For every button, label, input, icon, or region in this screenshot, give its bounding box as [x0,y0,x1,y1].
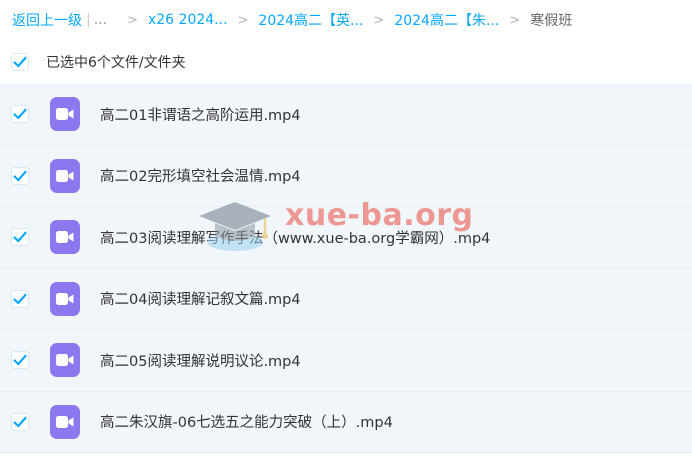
back-link[interactable]: 返回上一级 [12,10,82,30]
video-file-icon [50,281,80,316]
check-icon [13,354,27,366]
breadcrumb: 返回上一级 | ... > x26 2024... > 2024高二【英... … [0,0,692,40]
check-icon [13,108,27,120]
check-icon [13,170,27,181]
breadcrumb-arrow-icon: > [373,12,385,28]
breadcrumb-ellipsis[interactable]: ... [94,12,107,28]
breadcrumb-item[interactable]: 2024高二【朱... [394,10,499,30]
video-file-icon [50,220,80,255]
file-row[interactable]: 高二04阅读理解记叙文篇.mp4 [0,268,692,330]
file-row[interactable]: 高二朱汉旗-06七选五之能力突破（上）.mp4 [0,391,692,453]
check-icon [13,231,27,243]
file-checkbox[interactable] [11,289,29,308]
breadcrumb-arrow-icon: > [127,12,138,28]
file-name[interactable]: 高二03阅读理解写作手法（www.xue-ba.org学霸网）.mp4 [100,227,490,248]
breadcrumb-divider: | [86,12,91,28]
file-name[interactable]: 高二04阅读理解记叙文篇.mp4 [100,288,301,309]
breadcrumb-item[interactable]: x26 2024... [148,12,228,28]
file-name[interactable]: 高二01非谓语之高阶运用.mp4 [100,104,301,125]
file-name[interactable]: 高二02完形填空社会温情.mp4 [100,165,301,186]
file-row[interactable]: 高二05阅读理解说明议论.mp4 [0,330,692,392]
file-checkbox[interactable] [11,351,29,370]
file-checkbox[interactable] [11,105,29,124]
check-icon [13,416,27,427]
breadcrumb-item[interactable]: 2024高二【英... [258,10,363,30]
video-file-icon [50,343,80,378]
breadcrumb-current: 寒假班 [530,13,573,29]
check-icon [13,293,27,304]
breadcrumb-arrow-icon: > [509,12,521,28]
file-checkbox[interactable] [11,228,29,247]
video-file-icon [50,158,80,193]
video-file-icon [50,97,80,132]
breadcrumb-arrow-icon: > [237,12,249,28]
selection-bar: 已选中6个文件/文件夹 [0,40,692,84]
file-name[interactable]: 高二05阅读理解说明议论.mp4 [100,350,301,371]
file-row[interactable]: 高二01非谓语之高阶运用.mp4 [0,84,692,146]
file-checkbox[interactable] [11,166,29,185]
file-row[interactable]: 高二02完形填空社会温情.mp4 [0,145,692,207]
check-icon [13,56,27,68]
select-all-checkbox[interactable] [11,53,29,71]
file-checkbox[interactable] [11,412,29,431]
file-row[interactable]: 高二03阅读理解写作手法（www.xue-ba.org学霸网）.mp4 [0,207,692,269]
file-list: 高二01非谓语之高阶运用.mp4 高二02完形填空社会温情.mp4 高二03阅读… [0,84,692,453]
video-file-icon [50,404,80,439]
file-name[interactable]: 高二朱汉旗-06七选五之能力突破（上）.mp4 [100,411,393,432]
selection-count-label: 已选中6个文件/文件夹 [46,55,186,71]
